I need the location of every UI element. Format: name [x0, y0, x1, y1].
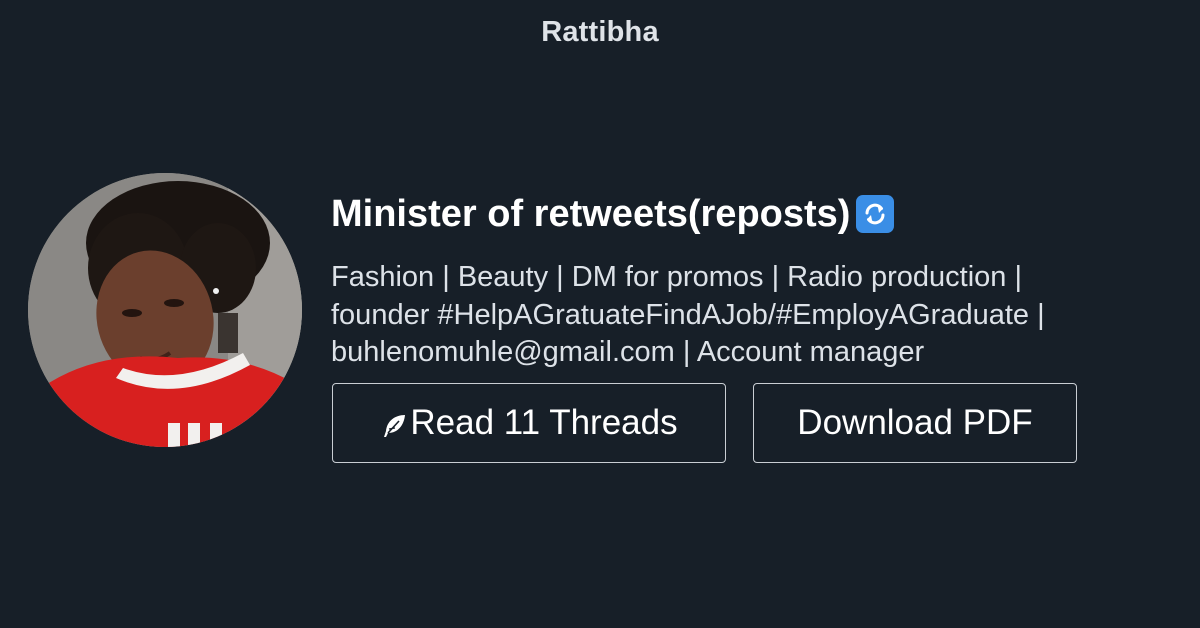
profile-bio: Fashion | Beauty | DM for promos | Radio…: [331, 261, 1045, 368]
download-pdf-button[interactable]: Download PDF: [753, 383, 1077, 463]
site-brand: Rattibha: [541, 16, 659, 48]
avatar-photo: [28, 173, 302, 447]
profile-title: Minister of retweets(reposts): [331, 190, 1181, 238]
avatar: [28, 173, 302, 447]
repeat-icon: [856, 195, 895, 233]
feather-icon: [380, 412, 408, 440]
download-pdf-label: Download PDF: [797, 403, 1033, 442]
profile-info: Minister of retweets(reposts) Fashion | …: [331, 190, 1181, 372]
display-name: Minister of retweets(reposts): [331, 193, 851, 235]
read-threads-label: Read 11 Threads: [410, 403, 678, 442]
read-threads-button[interactable]: Read 11 Threads: [332, 383, 726, 463]
action-buttons: Read 11 Threads Download PDF: [332, 383, 1077, 463]
